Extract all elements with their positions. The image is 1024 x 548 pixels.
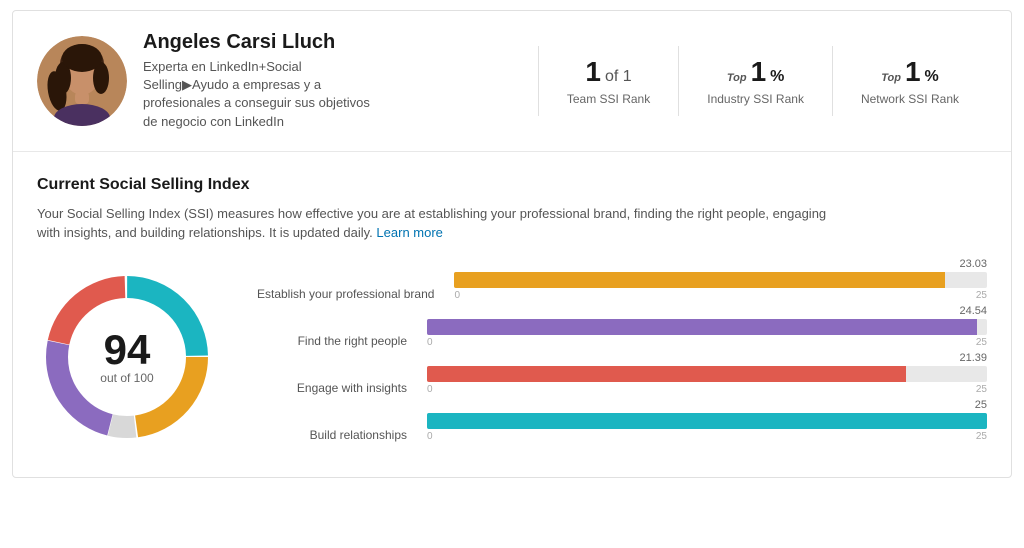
- bar-value-brand: 23.03: [959, 258, 987, 270]
- bar-fill-insights: [427, 366, 906, 382]
- network-ssi-number: 1: [905, 56, 921, 88]
- bar-track-people: [427, 319, 987, 335]
- bar-scale-min-insights: 0: [427, 384, 433, 395]
- industry-ssi-top-row: Top 1 %: [727, 56, 785, 88]
- team-ssi-number: 1: [585, 56, 601, 88]
- bar-track-relationships: [427, 413, 987, 429]
- profile-bio: Experta en LinkedIn+Social Selling▶Ayudo…: [143, 58, 518, 131]
- profile-info: Angeles Carsi Lluch Experta en LinkedIn+…: [143, 31, 538, 131]
- bar-label-brand: Establish your professional brand: [257, 287, 444, 301]
- bar-track-insights: [427, 366, 987, 382]
- team-ssi-of: of 1: [605, 68, 632, 86]
- bar-item-brand: Establish your professional brand 23.03 …: [257, 272, 987, 301]
- main-card: Angeles Carsi Lluch Experta en LinkedIn+…: [12, 10, 1012, 478]
- profile-name: Angeles Carsi Lluch: [143, 31, 518, 54]
- bar-track-brand: [454, 272, 987, 288]
- network-ssi-label: Network SSI Rank: [861, 92, 959, 106]
- bar-scale-max-insights: 25: [976, 384, 987, 395]
- industry-ssi-stat: Top 1 % Industry SSI Rank: [679, 46, 833, 116]
- network-ssi-percent: %: [925, 68, 939, 86]
- donut-chart: 94 out of 100: [37, 267, 217, 447]
- industry-top-label: Top: [727, 72, 747, 84]
- bar-scale-min-relationships: 0: [427, 431, 433, 442]
- team-ssi-stat: 1 of 1 Team SSI Rank: [539, 46, 679, 116]
- network-top-label: Top: [881, 72, 901, 84]
- bar-label-relationships: Build relationships: [310, 428, 417, 442]
- bar-scale-max-people: 25: [976, 337, 987, 348]
- bar-label-people: Find the right people: [298, 334, 417, 348]
- bar-scale-min-brand: 0: [454, 290, 460, 301]
- bar-fill-brand: [454, 272, 945, 288]
- bars-container: Establish your professional brand 23.03 …: [257, 272, 987, 442]
- bar-scale-max-relationships: 25: [976, 431, 987, 442]
- bar-scale-min-people: 0: [427, 337, 433, 348]
- network-ssi-stat: Top 1 % Network SSI Rank: [833, 46, 987, 116]
- bar-scale-max-brand: 25: [976, 290, 987, 301]
- avatar: [37, 36, 127, 126]
- profile-header: Angeles Carsi Lluch Experta en LinkedIn+…: [13, 11, 1011, 152]
- donut-score: 94: [100, 329, 153, 371]
- bar-value-relationships: 25: [975, 399, 987, 411]
- network-ssi-top-row: Top 1 %: [881, 56, 939, 88]
- ssi-description: Your Social Selling Index (SSI) measures…: [37, 204, 837, 243]
- bar-fill-relationships: [427, 413, 987, 429]
- ssi-body: Current Social Selling Index Your Social…: [13, 152, 1011, 477]
- ssi-title: Current Social Selling Index: [37, 176, 987, 194]
- team-ssi-top-row: 1 of 1: [585, 56, 631, 88]
- donut-out-of: out of 100: [100, 371, 153, 385]
- bar-item-relationships: Build relationships 25 0 25: [257, 413, 987, 442]
- team-ssi-label: Team SSI Rank: [567, 92, 650, 106]
- avatar-section: [37, 36, 127, 126]
- bar-value-people: 24.54: [959, 305, 987, 317]
- industry-ssi-label: Industry SSI Rank: [707, 92, 804, 106]
- donut-center: 94 out of 100: [100, 329, 153, 385]
- bar-fill-people: [427, 319, 977, 335]
- bar-item-people: Find the right people 24.54 0 25: [257, 319, 987, 348]
- bar-value-insights: 21.39: [959, 352, 987, 364]
- bar-item-insights: Engage with insights 21.39 0 25: [257, 366, 987, 395]
- industry-ssi-number: 1: [751, 56, 767, 88]
- stats-section: 1 of 1 Team SSI Rank Top 1 % Industry SS…: [538, 46, 987, 116]
- industry-ssi-percent: %: [770, 68, 784, 86]
- bar-label-insights: Engage with insights: [297, 381, 417, 395]
- learn-more-link[interactable]: Learn more: [376, 225, 442, 240]
- ssi-content: 94 out of 100 Establish your professiona…: [37, 267, 987, 447]
